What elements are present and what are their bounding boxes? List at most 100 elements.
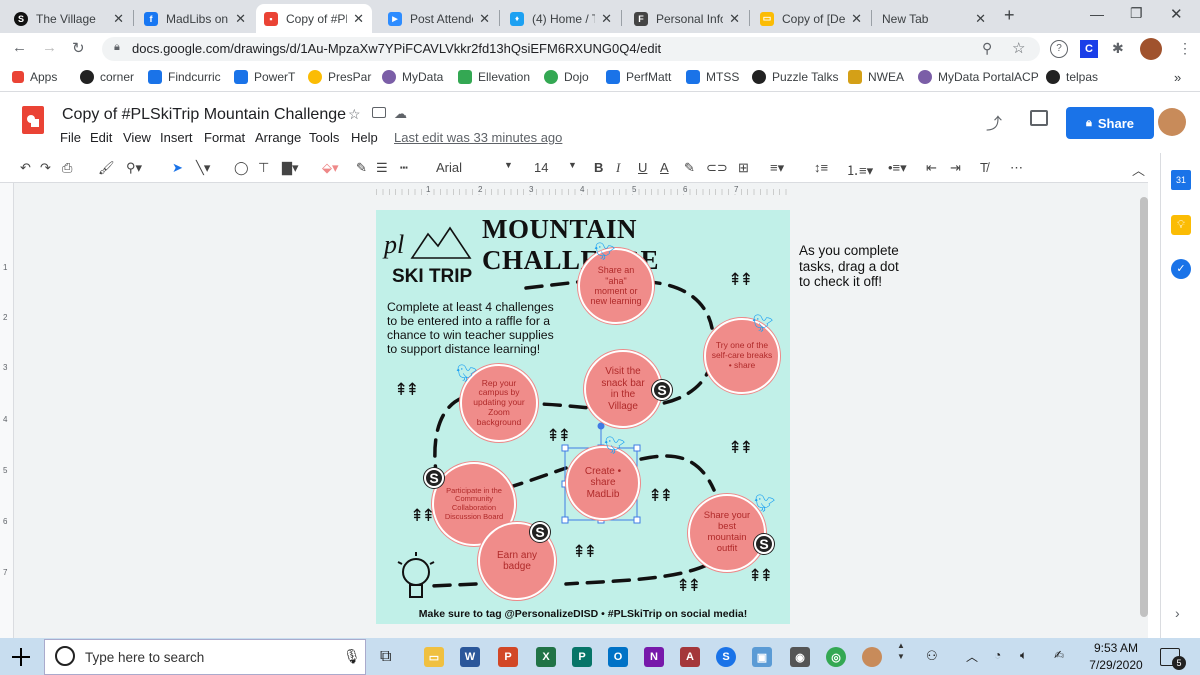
taskbar-search-box[interactable]: Type here to search 🎙︎ [44,639,366,675]
star-icon[interactable]: ☆ [348,106,361,123]
tab-post-attendee[interactable]: ▶ Post Attende ✕ [380,4,498,33]
clear-formatting-icon[interactable]: T̸ [980,160,988,175]
windows-start-icon[interactable] [12,648,30,666]
badge-s-icon[interactable]: S [652,380,672,400]
chrome-icon[interactable]: ◎ [826,647,846,667]
reload-icon[interactable]: ↻ [72,39,85,57]
document-title[interactable]: Copy of #PLSkiTrip Mountain Challenge [62,106,346,124]
menu-view[interactable]: View [123,130,151,145]
star-icon[interactable]: ☆ [1012,39,1025,57]
font-size-select[interactable]: 14 ▼ [528,157,578,179]
vertical-scrollbar[interactable] [1140,197,1148,637]
highlight-icon[interactable]: ✎ [684,160,695,176]
close-icon[interactable]: ✕ [479,11,490,27]
task-view-icon[interactable]: ⧉ [380,648,391,666]
bookmark-mydata[interactable]: MyData [382,70,443,84]
menu-tools[interactable]: Tools [309,130,339,145]
challenge-madlib[interactable]: Create • share MadLib [566,446,640,520]
line-tool-icon[interactable]: ╲▾ [196,160,210,176]
drag-dot-instructions[interactable]: As you complete tasks, drag a dot to che… [799,243,911,290]
tab-copy-of-pl[interactable]: ▪ Copy of #PL ✕ [256,4,372,33]
menu-file[interactable]: File [60,130,81,145]
expand-panel-chevron-icon[interactable]: › [1175,605,1180,621]
font-family-select[interactable]: Arial ▼ [430,157,522,179]
bookmark-apps[interactable]: Apps [12,70,57,84]
more-bookmarks-chevron-icon[interactable]: » [1174,70,1181,85]
close-icon[interactable]: ✕ [851,11,862,27]
numbered-list-icon[interactable]: ⒈≡▾ [846,160,873,179]
bookmark-ellevation[interactable]: Ellevation [458,70,530,84]
challenge-share-aha[interactable]: Share an "aha" moment or new learning [578,248,654,324]
window-close-icon[interactable]: ✕ [1170,5,1183,23]
tab-copy-of-de[interactable]: ▭ Copy of [De ✕ [752,4,870,33]
image-icon[interactable]: ▇▾ [282,160,299,176]
omnibox[interactable]: 🔒︎ docs.google.com/drawings/d/1Au-MpzaXw… [102,37,1040,61]
scroll-arrows-icon[interactable]: ▲ ▼ [896,640,906,674]
pen-icon[interactable]: ✍︎ [1054,648,1064,662]
zoom-icon[interactable]: ⚲▾ [126,160,142,176]
remote-desktop-icon[interactable]: ▣ [752,647,772,667]
people-icon[interactable]: ⚇ [926,648,938,664]
close-icon[interactable]: ✕ [975,11,986,27]
tab-new-tab[interactable]: New Tab ✕ [874,4,994,33]
minimize-icon[interactable]: — [1090,6,1104,22]
menu-help[interactable]: Help [351,130,378,145]
fill-color-icon[interactable]: ⬙▾ [322,160,339,176]
border-color-icon[interactable]: ✎ [356,160,367,176]
outlook-icon[interactable]: O [608,647,628,667]
menu-format[interactable]: Format [204,130,245,145]
last-edit-link[interactable]: Last edit was 33 minutes ago [394,130,562,145]
link-icon[interactable]: ⊂⊃ [706,160,728,176]
print-icon[interactable]: ⎙ [62,160,72,176]
file-explorer-icon[interactable]: ▭ [424,647,444,667]
account-avatar[interactable] [1158,108,1186,136]
activity-trend-icon[interactable]: ⤴ [986,110,1002,134]
restore-icon[interactable]: ❐ [1130,5,1143,22]
menu-edit[interactable]: Edit [90,130,112,145]
clock-time[interactable]: 9:53 AM [1086,641,1146,655]
bookmark-mtss[interactable]: MTSS [686,70,739,84]
bookmark-telpas[interactable]: telpas [1046,70,1098,84]
publisher-icon[interactable]: P [572,647,592,667]
line-spacing-icon[interactable]: ↕≡ [814,160,828,175]
skype-icon[interactable]: S [716,647,736,667]
chrome-menu-icon[interactable]: ⋮ [1178,40,1192,57]
badge-s-icon[interactable]: S [530,522,550,542]
bookmark-nwea[interactable]: NWEA [848,70,904,84]
badge-s-icon[interactable]: S [754,534,774,554]
profile-avatar[interactable] [1140,38,1162,60]
c-ext-icon[interactable]: C [1080,40,1098,58]
volume-icon[interactable]: 🔈︎ [1020,648,1027,663]
challenge-snack-bar[interactable]: Visit the snack bar in the Village [584,350,662,428]
back-arrow-icon[interactable]: ← [12,39,27,56]
undo-icon[interactable]: ↶ [20,160,31,176]
increase-indent-icon[interactable]: ⇥ [950,160,961,176]
share-button[interactable]: 🔒︎ Share [1066,107,1154,139]
decrease-indent-icon[interactable]: ⇤ [926,160,937,176]
menu-arrange[interactable]: Arrange [255,130,301,145]
bookmark-corner[interactable]: corner [80,70,134,84]
extensions-icon[interactable]: ✱ [1112,40,1124,57]
forward-arrow-icon[interactable]: → [42,39,57,56]
bookmark-puzzle-talks[interactable]: Puzzle Talks [752,70,838,84]
calendar-icon[interactable]: 31 [1171,170,1191,190]
show-hidden-icons-chevron-icon[interactable]: ︿ [966,648,978,665]
bookmark-findcurric[interactable]: Findcurric [148,70,221,84]
bookmark-prespar[interactable]: PresPar [308,70,371,84]
close-icon[interactable]: ✕ [601,11,612,27]
close-icon[interactable]: ✕ [353,11,364,27]
shape-tool-icon[interactable]: ◯ [234,160,249,176]
help-ext-icon[interactable]: ? [1050,40,1068,58]
excel-icon[interactable]: X [536,647,556,667]
challenge-poster[interactable]: MOUNTAIN CHALLENGE pl SKI TRIP Complete … [376,210,790,624]
collapse-menus-icon[interactable]: ︿ [1132,160,1145,179]
bookmark-dojo[interactable]: Dojo [544,70,589,84]
underline-icon[interactable]: U [638,160,647,175]
tab-madlibs[interactable]: f MadLibs on ✕ [136,4,254,33]
redo-icon[interactable]: ↷ [40,160,51,176]
drawings-logo-icon[interactable] [22,106,44,134]
select-pointer-icon[interactable]: ➤ [172,160,183,176]
close-icon[interactable]: ✕ [235,11,246,27]
bookmark-mydata-portal[interactable]: MyData PortalACP [918,70,1039,84]
border-weight-icon[interactable]: ☰ [376,160,388,176]
